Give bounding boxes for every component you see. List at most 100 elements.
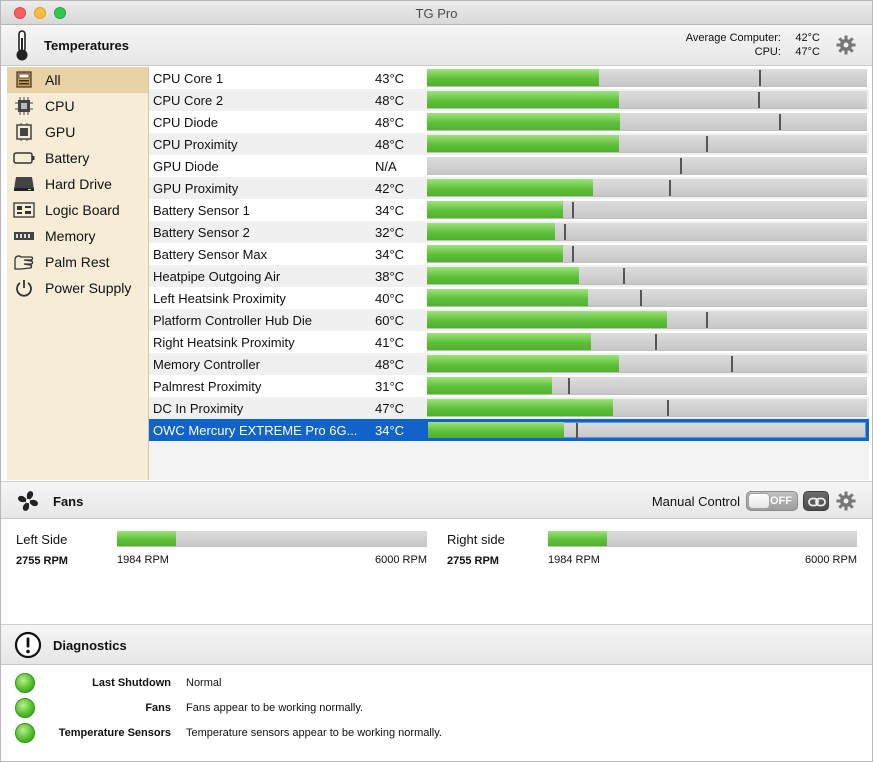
- sensor-name: Memory Controller: [153, 356, 260, 372]
- sensor-value: 48°C: [375, 114, 405, 130]
- sensor-temperature-fill: [427, 333, 591, 350]
- sensor-row[interactable]: CPU Core 1 43°C: [149, 67, 869, 89]
- sensor-name: Right Heatsink Proximity: [153, 334, 295, 350]
- sensor-max-marker: [706, 312, 708, 328]
- sensor-name: OWC Mercury EXTREME Pro 6G...: [153, 422, 358, 438]
- diagnostics-panel: Last Shutdown Normal Fans Fans appear to be…: [1, 665, 872, 761]
- sensor-row[interactable]: Palmrest Proximity 31°C: [149, 375, 869, 397]
- sensor-max-marker: [576, 423, 578, 439]
- memory-icon: [13, 227, 35, 245]
- sensor-row[interactable]: Memory Controller 48°C: [149, 353, 869, 375]
- cpu-average-label: CPU:: [754, 46, 781, 58]
- temperatures-header: Temperatures Average Computer: 42°C CPU:…: [1, 25, 872, 66]
- sensor-value: 47°C: [375, 400, 405, 416]
- fans-gear-icon[interactable]: [836, 491, 856, 511]
- diagnostic-row: Last Shutdown Normal: [1, 671, 872, 695]
- sensor-temperature-fill: [427, 289, 588, 306]
- diagnostic-message: Fans appear to be working normally.: [186, 702, 364, 714]
- sidebar-item-power-supply[interactable]: Power Supply: [7, 275, 148, 301]
- sensor-row[interactable]: Heatpipe Outgoing Air 38°C: [149, 265, 869, 287]
- temperatures-title: Temperatures: [44, 38, 130, 53]
- sensor-temperature-bar: [427, 311, 867, 329]
- battery-icon: [13, 149, 35, 167]
- category-sidebar: All CPU GPU Battery Hard Drive Logic Board Mem…: [7, 67, 149, 480]
- thermometer-icon: [16, 30, 28, 61]
- sensor-row[interactable]: GPU Diode N/A: [149, 155, 869, 177]
- sensor-temperature-bar: [427, 113, 867, 131]
- sidebar-item-label: Memory: [45, 228, 96, 244]
- sensor-temperature-fill: [427, 399, 613, 416]
- sensor-value: 60°C: [375, 312, 405, 328]
- sidebar-item-all[interactable]: All: [7, 67, 148, 93]
- sensor-name: CPU Diode: [153, 114, 219, 130]
- sensor-value: 43°C: [375, 70, 405, 86]
- fans-title: Fans: [53, 494, 84, 509]
- sensor-temperature-bar: [427, 245, 867, 263]
- sensor-row[interactable]: Battery Sensor Max 34°C: [149, 243, 869, 265]
- sensor-row[interactable]: CPU Diode 48°C: [149, 111, 869, 133]
- sensor-name: GPU Proximity: [153, 180, 239, 196]
- fan-speed-fill: [117, 531, 176, 546]
- sidebar-item-label: Battery: [45, 150, 90, 166]
- sensor-temperature-bar: [427, 91, 867, 109]
- sensor-max-marker: [667, 400, 669, 416]
- sensor-row[interactable]: DC In Proximity 47°C: [149, 397, 869, 419]
- sensor-temperature-fill: [427, 223, 555, 240]
- sidebar-item-palm-rest[interactable]: Palm Rest: [7, 249, 148, 275]
- diagnostic-row: Temperature Sensors Temperature sensors a…: [1, 721, 872, 745]
- fan-min-rpm: 1984 RPM: [117, 554, 169, 566]
- sensor-temperature-bar: [427, 201, 867, 219]
- sensor-name: Platform Controller Hub Die: [153, 312, 312, 328]
- toggle-knob: [748, 493, 770, 509]
- sensor-value: 34°C: [375, 202, 405, 218]
- sensor-row[interactable]: Left Heatsink Proximity 40°C: [149, 287, 869, 309]
- sensor-temperature-fill: [427, 69, 599, 86]
- manual-control-toggle[interactable]: OFF: [746, 491, 798, 511]
- sensor-temperature-fill: [428, 422, 564, 438]
- sensor-row[interactable]: Platform Controller Hub Die 60°C: [149, 309, 869, 331]
- sensor-row[interactable]: OWC Mercury EXTREME Pro 6G... 34°C: [149, 419, 869, 441]
- link-fans-button[interactable]: [803, 491, 829, 511]
- sidebar-item-memory[interactable]: Memory: [7, 223, 148, 249]
- sensor-row[interactable]: Battery Sensor 2 32°C: [149, 221, 869, 243]
- sensor-temperature-bar: [427, 135, 867, 153]
- title-bar[interactable]: TG Pro: [1, 1, 872, 25]
- sensor-value: N/A: [375, 158, 397, 174]
- sensor-row[interactable]: GPU Proximity 42°C: [149, 177, 869, 199]
- fan-speed-fill: [548, 531, 607, 546]
- diagnostic-label: Fans: [145, 702, 171, 714]
- sidebar-item-hard-drive[interactable]: Hard Drive: [7, 171, 148, 197]
- fan-current-rpm: 2755 RPM: [447, 555, 499, 567]
- sidebar-item-cpu[interactable]: CPU: [7, 93, 148, 119]
- sensor-max-marker: [655, 334, 657, 350]
- sensor-row[interactable]: Right Heatsink Proximity 41°C: [149, 331, 869, 353]
- sensor-max-marker: [680, 158, 682, 174]
- gpu-chip-icon: [13, 123, 35, 141]
- average-computer-value: 42°C: [795, 32, 820, 44]
- sensor-max-marker: [758, 92, 760, 108]
- sensor-name: Left Heatsink Proximity: [153, 290, 286, 306]
- gear-icon[interactable]: [836, 35, 856, 55]
- sensor-row[interactable]: Battery Sensor 1 34°C: [149, 199, 869, 221]
- diagnostic-row: Fans Fans appear to be working normally.: [1, 696, 872, 720]
- sidebar-item-logic-board[interactable]: Logic Board: [7, 197, 148, 223]
- sensor-max-marker: [669, 180, 671, 196]
- sensor-temperature-fill: [427, 377, 552, 394]
- sidebar-item-gpu[interactable]: GPU: [7, 119, 148, 145]
- status-ok-indicator: [15, 723, 35, 743]
- sensor-max-marker: [779, 114, 781, 130]
- sidebar-item-battery[interactable]: Battery: [7, 145, 148, 171]
- sensor-row[interactable]: CPU Proximity 48°C: [149, 133, 869, 155]
- sensor-temperature-fill: [427, 135, 619, 152]
- sensor-temperature-bar: [427, 179, 867, 197]
- sensor-value: 32°C: [375, 224, 405, 240]
- palm-rest-icon: [13, 253, 35, 271]
- sidebar-item-label: GPU: [45, 124, 76, 140]
- sensor-max-marker: [564, 224, 566, 240]
- sensor-temperature-fill: [427, 245, 563, 262]
- cpu-chip-icon: [13, 97, 35, 115]
- sensor-row[interactable]: CPU Core 2 48°C: [149, 89, 869, 111]
- computer-icon: [13, 71, 35, 89]
- sensor-name: GPU Diode: [153, 158, 219, 174]
- sensor-temperature-fill: [427, 311, 667, 328]
